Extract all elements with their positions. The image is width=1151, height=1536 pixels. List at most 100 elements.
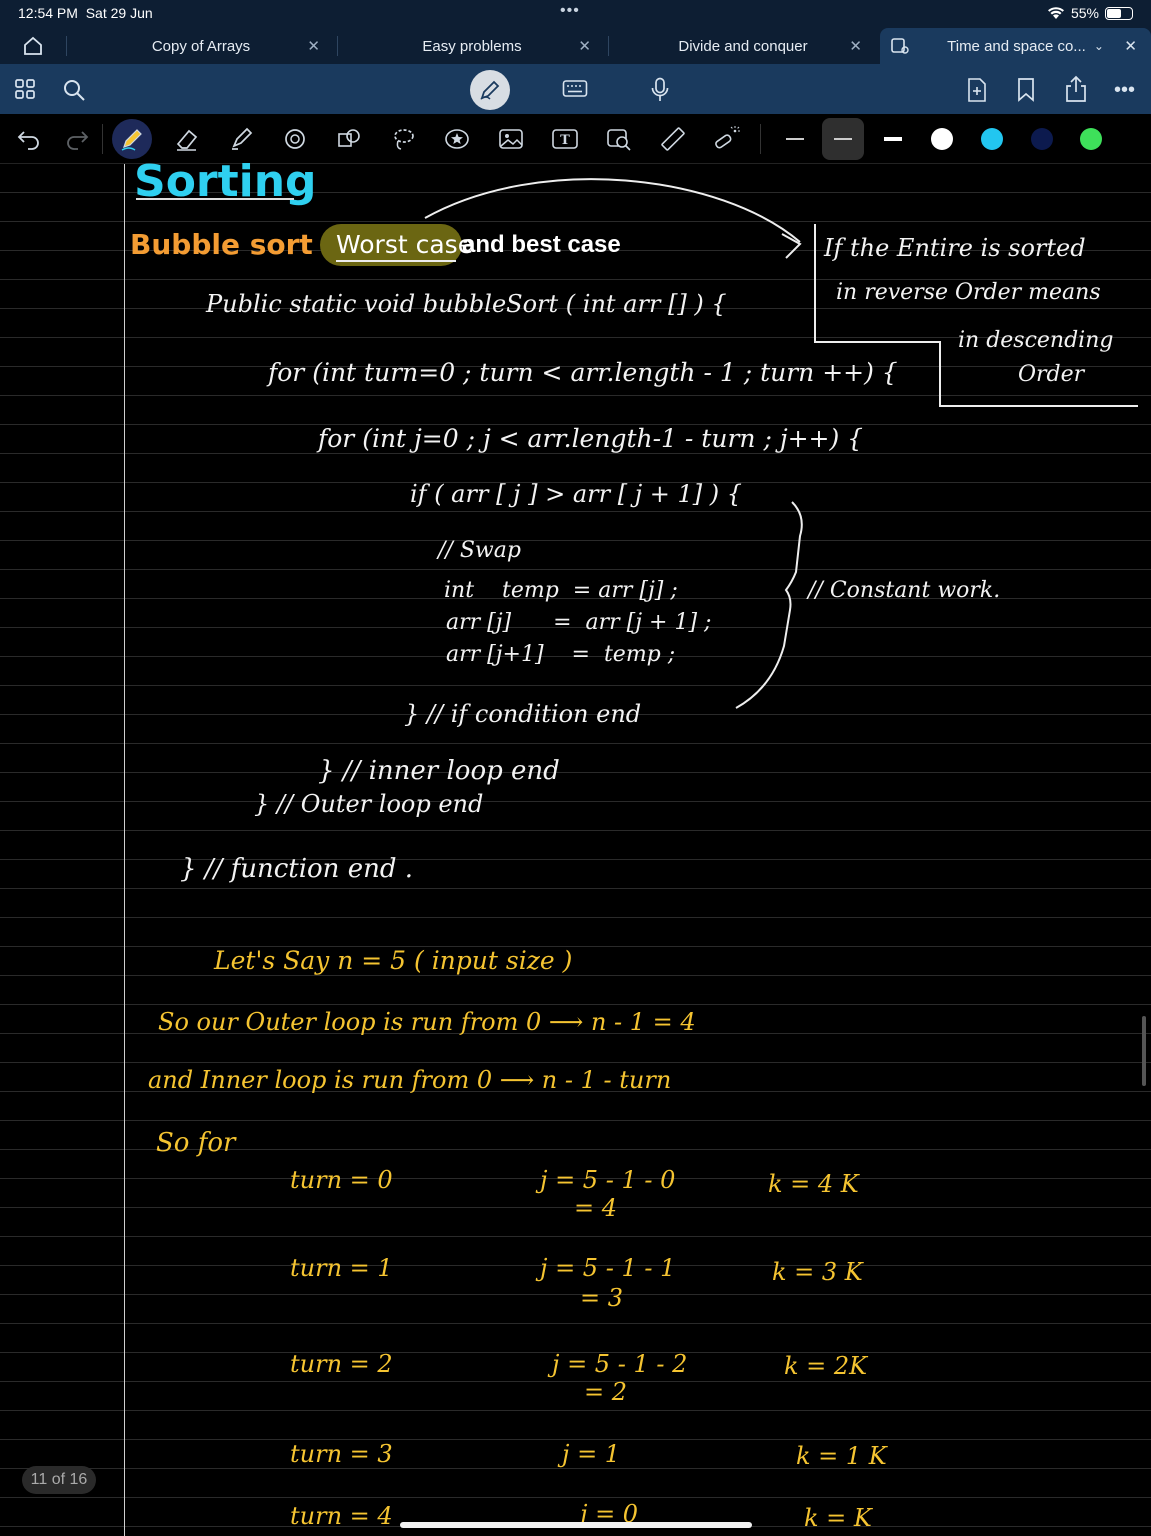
tab-label: Copy of Arrays [151, 37, 251, 55]
split-view-icon[interactable] [890, 36, 910, 60]
pen-mode-button[interactable] [470, 70, 510, 110]
side-note-line: in reverse Order means [836, 280, 1101, 305]
j-value: j = 5 - 1 - 0 [540, 1166, 676, 1194]
share-icon[interactable] [1064, 75, 1088, 107]
redo-icon[interactable] [62, 124, 92, 154]
k-value: k = 2K [784, 1352, 868, 1380]
j-value: j = 1 [562, 1440, 621, 1468]
close-icon[interactable]: ✕ [849, 37, 862, 55]
code-line: } // Outer loop end [254, 790, 484, 818]
undo-icon[interactable] [14, 124, 44, 154]
pen-mode-icon [480, 80, 500, 100]
close-icon[interactable]: ✕ [1124, 37, 1137, 55]
j-value: j = 5 - 1 - 1 [540, 1254, 676, 1282]
color-swatch-green[interactable] [1080, 128, 1102, 150]
code-line: arr [j+1] = temp ; [446, 642, 676, 667]
tab-time-and-space[interactable]: Time and space co... ⌄ ✕ [880, 28, 1151, 64]
scrollbar[interactable] [1142, 1016, 1146, 1086]
bookmark-icon[interactable] [1016, 77, 1036, 107]
microphone-icon[interactable] [650, 77, 670, 107]
tab-easy-problems[interactable]: Easy problems ✕ [337, 28, 607, 64]
tab-divide-and-conquer[interactable]: Divide and conquer ✕ [608, 28, 878, 64]
code-line: for (int turn=0 ; turn < arr.length - 1 … [268, 358, 898, 387]
toolbar-divider [102, 124, 103, 154]
stroke-width-thin[interactable] [774, 118, 816, 160]
tab-copy-of-arrays[interactable]: Copy of Arrays ✕ [66, 28, 336, 64]
code-line: for (int j=0 ; j < arr.length-1 - turn ;… [318, 424, 864, 453]
tab-bar: Copy of Arrays ✕ Easy problems ✕ Divide … [0, 28, 1151, 64]
home-icon[interactable] [22, 35, 44, 61]
color-swatch-white[interactable] [931, 128, 953, 150]
page-counter[interactable]: 11 of 16 [22, 1466, 96, 1494]
color-swatch-navy[interactable] [1031, 128, 1053, 150]
turn-value: turn = 1 [290, 1254, 393, 1282]
ruler-icon[interactable] [658, 124, 688, 154]
status-bar: 12:54 PM Sat 29 Jun ••• 55% [0, 0, 1151, 28]
stroke-width-thick[interactable] [872, 118, 914, 160]
chevron-down-icon[interactable]: ⌄ [1094, 39, 1104, 53]
code-line: Public static void bubbleSort ( int arr … [206, 290, 727, 318]
status-right: 55% [1047, 5, 1133, 21]
laser-pointer-icon[interactable] [712, 124, 742, 154]
side-note-line: Order [1018, 362, 1085, 387]
svg-text:T: T [560, 133, 570, 148]
analysis-line: Let's Say n = 5 ( input size ) [214, 946, 573, 975]
pen-tool-icon[interactable] [112, 119, 152, 159]
tab-label: Easy problems [422, 37, 522, 55]
color-swatch-cyan[interactable] [981, 128, 1003, 150]
search-icon[interactable] [62, 78, 86, 106]
tab-label: Time and space co... [947, 37, 1086, 55]
battery-percent: 55% [1070, 5, 1099, 21]
k-value: k = 1 K [796, 1442, 887, 1470]
eraser-icon[interactable] [172, 124, 202, 154]
k-value: k = K [804, 1504, 872, 1532]
camera-icon[interactable] [604, 124, 634, 154]
j-result: = 4 [574, 1194, 618, 1222]
code-line: } // inner loop end [318, 756, 560, 786]
close-icon[interactable]: ✕ [307, 37, 320, 55]
code-line: arr [j] = arr [j + 1] ; [446, 610, 712, 635]
turn-value: turn = 2 [290, 1350, 393, 1378]
toolbar-divider [760, 124, 761, 154]
shapes-icon[interactable] [280, 124, 310, 154]
wifi-icon [1047, 7, 1064, 19]
shape-pen-icon[interactable] [334, 124, 364, 154]
keyboard-icon[interactable] [562, 78, 588, 104]
j-value: j = 5 - 1 - 2 [552, 1350, 688, 1378]
more-icon[interactable]: ••• [1114, 80, 1135, 100]
add-page-icon[interactable] [966, 77, 988, 107]
battery-icon [1105, 6, 1133, 20]
multitasking-dots[interactable]: ••• [560, 2, 580, 20]
sticker-icon[interactable] [442, 124, 472, 154]
code-line: // Swap [438, 538, 521, 563]
code-line: } // if condition end [404, 700, 642, 728]
note-page[interactable]: Sorting Bubble sort Worst case and best … [0, 156, 1151, 1536]
side-note-line: in descending [958, 328, 1114, 353]
stroke-width-medium[interactable] [822, 118, 864, 160]
lasso-icon[interactable] [388, 124, 418, 154]
code-line: } // function end . [180, 854, 413, 884]
text-tool-icon[interactable]: T [550, 124, 580, 154]
k-value: k = 4 K [768, 1170, 859, 1198]
tab-label: Divide and conquer [678, 37, 808, 55]
home-indicator[interactable] [400, 1522, 752, 1528]
main-toolbar: ••• [0, 64, 1151, 114]
constant-work-note: // Constant work. [808, 578, 1001, 603]
close-icon[interactable]: ✕ [578, 37, 591, 55]
k-value: k = 3 K [772, 1258, 863, 1286]
code-line: if ( arr [ j ] > arr [ j + 1] ) { [410, 480, 743, 508]
side-note-line: If the Entire is sorted [824, 234, 1086, 262]
analysis-line: So for [156, 1128, 236, 1158]
grid-icon[interactable] [14, 78, 36, 104]
j-result: = 2 [584, 1378, 628, 1406]
j-result: = 3 [580, 1284, 624, 1312]
turn-value: turn = 4 [290, 1502, 393, 1530]
code-line: int temp = arr [j] ; [444, 578, 678, 603]
analysis-line: and Inner loop is run from 0 ⟶ n - 1 - t… [148, 1066, 672, 1094]
turn-value: turn = 0 [290, 1166, 393, 1194]
analysis-line: So our Outer loop is run from 0 ⟶ n - 1 … [158, 1008, 696, 1036]
highlighter-icon[interactable] [226, 124, 256, 154]
image-icon[interactable] [496, 124, 526, 154]
turn-value: turn = 3 [290, 1440, 393, 1468]
status-time: 12:54 PM Sat 29 Jun [18, 5, 153, 21]
